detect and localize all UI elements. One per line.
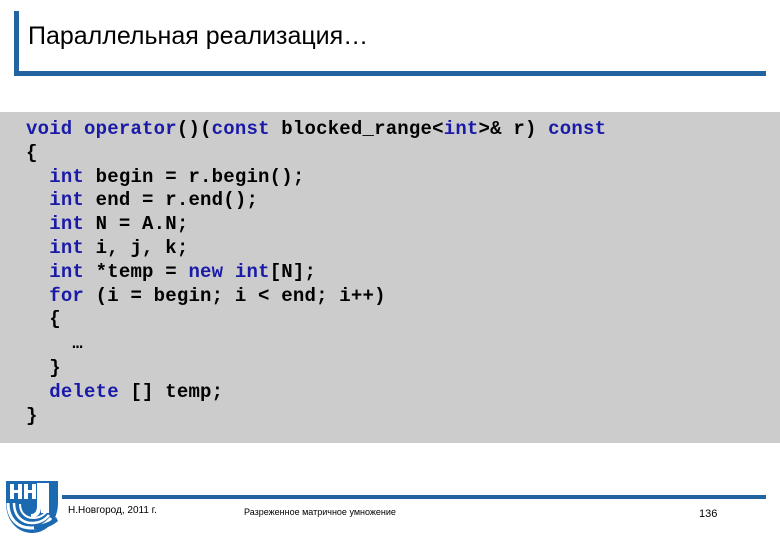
slide-footer: Н.Новгород, 2011 г. Разреженное матрично… <box>0 443 780 540</box>
footer-page-number: 136 <box>699 508 718 520</box>
title-accent-bar-vertical <box>14 11 19 76</box>
footer-place-date: Н.Новгород, 2011 г. <box>68 505 157 516</box>
page-title: Параллельная реализация… <box>28 22 369 50</box>
code-block: void operator()(const blocked_range<int>… <box>0 112 780 443</box>
unn-logo-icon <box>6 481 58 533</box>
footer-divider-rule <box>62 495 766 499</box>
title-accent-bar-horizontal <box>14 71 766 76</box>
slide-header: Параллельная реализация… <box>0 0 780 90</box>
footer-topic: Разреженное матричное умножение <box>244 507 396 517</box>
code-listing: void operator()(const blocked_range<int>… <box>26 118 607 427</box>
